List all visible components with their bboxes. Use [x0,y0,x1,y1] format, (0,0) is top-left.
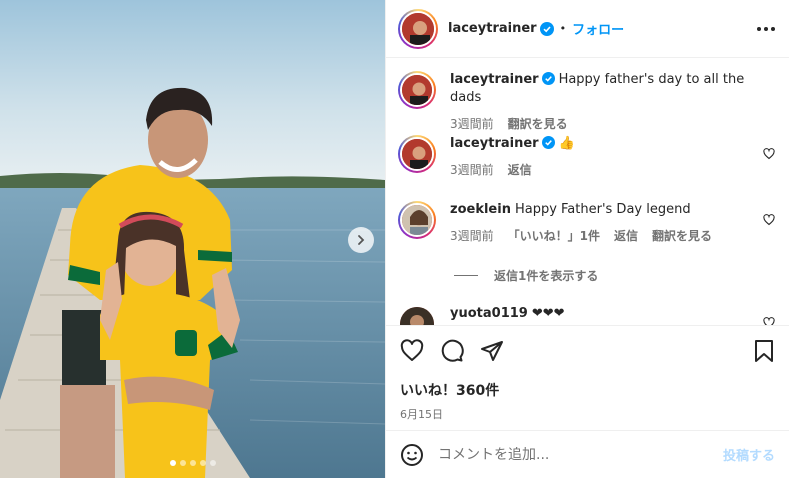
heart-icon[interactable] [400,339,424,363]
likes-count[interactable]: いいね！360件 [400,380,775,400]
reply-button[interactable]: 返信 [508,161,532,178]
verified-badge-icon [541,72,555,85]
heart-icon[interactable] [763,148,775,160]
heart-icon[interactable] [763,214,775,226]
verified-badge-icon [539,21,554,36]
comment-text: Happy Father's Day legend [514,202,691,217]
see-translation-button[interactable]: 翻訳を見る [508,115,568,132]
bookmark-icon[interactable] [753,339,775,363]
emoji-icon[interactable] [400,443,424,467]
comment-item: zoeklein Happy Father's Day legend 3週間前 「… [398,201,775,244]
view-replies-button[interactable]: 返信1件を表示する [454,267,598,284]
comment-text: 👍 [558,136,575,151]
comment-time: 3週間前 [450,163,494,177]
post-actions: いいね！360件 6月15日 [386,325,789,429]
post-date: 6月15日 [400,408,443,421]
post-photo [0,0,385,478]
comment-username[interactable]: yuota0119 [450,306,528,321]
comment-time: 3週間前 [450,117,494,131]
comment-input[interactable] [438,446,723,463]
add-comment-bar: 投稿する [386,430,789,478]
comment-time: 3週間前 [450,229,494,243]
next-image-button[interactable] [348,227,374,253]
view-replies-label: 返信1件を表示する [494,269,599,283]
post-details-panel: laceytrainer • フォロー laceytrainer Happy fa… [385,0,789,478]
author-avatar[interactable] [398,8,438,49]
comment-likes-count[interactable]: 「いいね！」1件 [508,227,600,244]
reply-button[interactable]: 返信 [614,227,638,244]
post-media[interactable] [0,0,385,478]
commenter-avatar[interactable] [398,71,436,109]
comments-list[interactable]: laceytrainer Happy father's day to all th… [386,59,789,325]
comment-username[interactable]: laceytrainer [450,72,539,87]
verified-badge-icon [541,136,555,149]
comment-username[interactable]: zoeklein [450,202,511,217]
comment-text: ❤❤❤ [531,306,565,321]
carousel-dot[interactable] [189,460,196,466]
comment-item: laceytrainer Happy father's day to all th… [398,71,775,132]
commenter-avatar[interactable] [398,201,436,239]
commenter-avatar[interactable] [398,305,436,325]
carousel-dot[interactable] [169,460,176,466]
carousel-dots [0,460,385,466]
comment-item: yuota0119 ❤❤❤ [398,305,775,325]
follow-button[interactable]: フォロー [572,19,624,38]
post-header: laceytrainer • フォロー [386,0,789,58]
post-comment-button[interactable]: 投稿する [723,445,775,464]
comment-username[interactable]: laceytrainer [450,136,539,151]
carousel-dot[interactable] [179,460,186,466]
heart-icon[interactable] [763,317,775,325]
separator-dot: • [559,22,567,35]
author-username[interactable]: laceytrainer [448,21,537,36]
carousel-dot[interactable] [209,460,216,466]
more-options-icon[interactable] [757,26,775,31]
chevron-right-icon [358,235,365,245]
commenter-avatar[interactable] [398,135,436,173]
see-translation-button[interactable]: 翻訳を見る [652,227,712,244]
paper-plane-icon[interactable] [480,339,504,363]
carousel-dot[interactable] [199,460,206,466]
replies-divider [454,275,478,276]
comment-icon[interactable] [440,339,464,363]
comment-item: laceytrainer 👍 3週間前 返信 [398,135,775,178]
